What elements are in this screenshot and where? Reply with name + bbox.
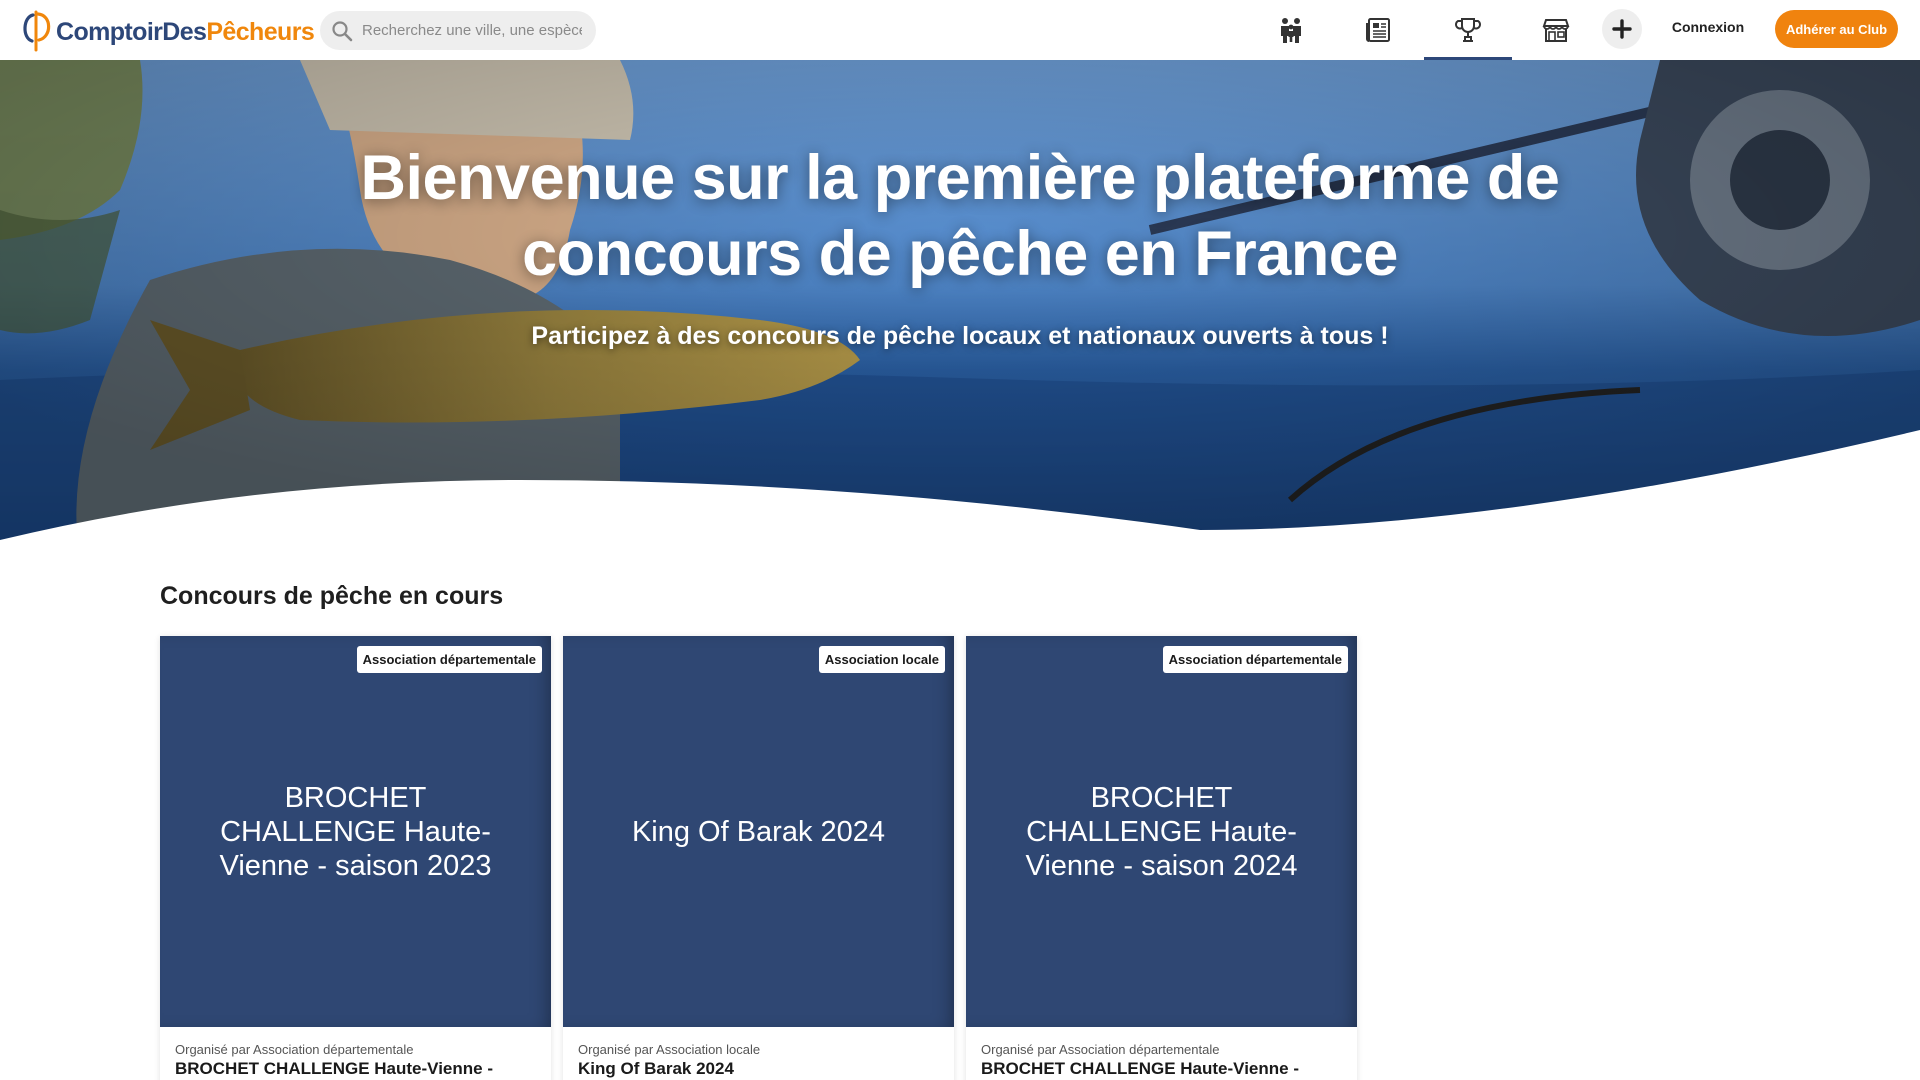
contest-card-badge: Association départementale — [1162, 646, 1348, 673]
contest-card[interactable]: BROCHET CHALLENGE Haute-Vienne - saison … — [160, 636, 551, 1080]
contest-card-cover: BROCHET CHALLENGE Haute-Vienne - saison … — [966, 636, 1357, 1027]
search-input[interactable] — [362, 22, 582, 39]
add-button[interactable] — [1602, 9, 1642, 49]
contest-card-badge: Association départementale — [356, 646, 542, 673]
hero-banner: Bienvenue sur la première plateforme de … — [0, 60, 1920, 560]
contest-card-name: King Of Barak 2024 — [578, 1059, 734, 1078]
nav-news[interactable] — [1335, 0, 1423, 60]
login-link[interactable]: Connexion — [1662, 19, 1754, 35]
contest-card-organizer: Organisé par Association locale — [578, 1042, 761, 1057]
contest-card-cover: BROCHET CHALLENGE Haute-Vienne - saison … — [160, 636, 551, 1027]
contest-card[interactable]: King Of Barak 2024 Association locale Or… — [563, 636, 954, 1080]
nav-community[interactable] — [1247, 0, 1335, 60]
trophy-icon — [1455, 18, 1481, 42]
hero-title-line-2: concours de pêche en France — [522, 219, 1398, 289]
contest-card-name: BROCHET CHALLENGE Haute-Vienne - — [175, 1059, 493, 1078]
logo-hook-icon — [23, 10, 51, 52]
nav-contests[interactable] — [1424, 0, 1512, 60]
site-logo-text: ComptoirDesPêcheurs — [56, 17, 315, 46]
top-navbar: ComptoirDesPêcheurs Recherchez une ville… — [0, 0, 1920, 60]
contest-card-cover-title: BROCHET CHALLENGE Haute-Vienne - saison … — [1025, 781, 1298, 882]
site-logo[interactable]: ComptoirDesPêcheurs — [20, 10, 315, 54]
join-club-button[interactable]: Adhérer au Club — [1775, 10, 1898, 48]
contest-card[interactable]: BROCHET CHALLENGE Haute-Vienne - saison … — [966, 636, 1357, 1080]
contest-card-name: BROCHET CHALLENGE Haute-Vienne - — [981, 1059, 1299, 1078]
hero-title: Bienvenue sur la première plateforme de … — [0, 140, 1920, 292]
hero-background-image — [0, 60, 1920, 560]
section-title: Concours de pêche en cours — [160, 582, 504, 610]
shop-icon — [1542, 19, 1570, 42]
news-icon — [1366, 18, 1390, 42]
contest-card-cover-title: BROCHET CHALLENGE Haute-Vienne - saison … — [219, 781, 492, 882]
contest-card-organizer: Organisé par Association départementale — [175, 1042, 414, 1057]
nav-shop[interactable] — [1512, 0, 1600, 60]
contest-card-cover-title: King Of Barak 2024 — [631, 815, 886, 848]
hero-title-line-1: Bienvenue sur la première plateforme de — [360, 143, 1560, 213]
community-icon — [1281, 18, 1301, 43]
hero-subtitle: Participez à des concours de pêche locau… — [531, 322, 1389, 350]
plus-icon — [1612, 19, 1632, 39]
contest-card-badge: Association locale — [818, 646, 945, 673]
search-bar[interactable] — [320, 11, 596, 50]
contest-card-cover: King Of Barak 2024 — [563, 636, 954, 1027]
search-icon — [332, 20, 353, 41]
contest-card-organizer: Organisé par Association départementale — [981, 1042, 1220, 1057]
